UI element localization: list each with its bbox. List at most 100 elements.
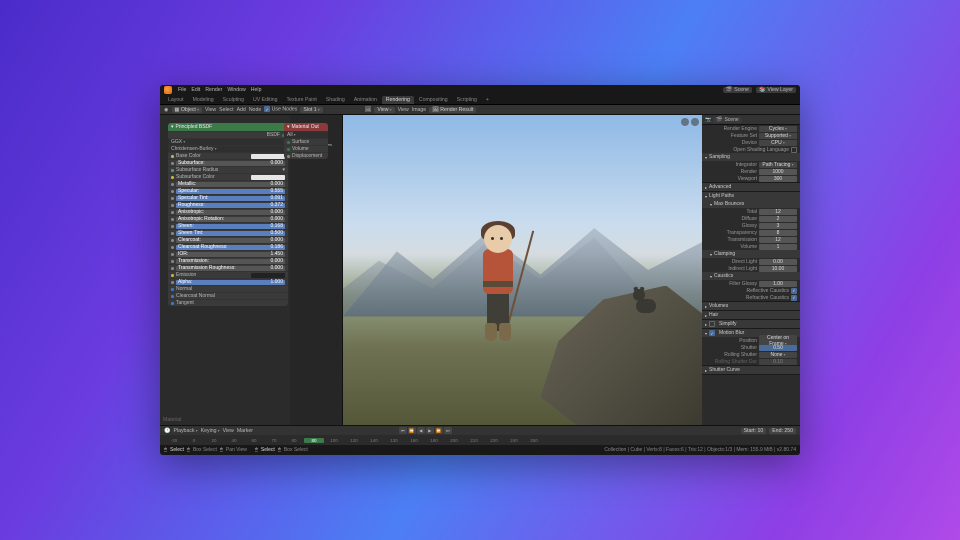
feature-set-select[interactable]: Supported (759, 133, 797, 139)
bounces-glossy[interactable]: 3 (759, 223, 797, 229)
value-slider[interactable]: Specular:0.555 (176, 189, 285, 194)
props-context-icon[interactable]: 📷 (705, 117, 711, 123)
frame-tick[interactable]: 210 (464, 438, 484, 443)
section-simplify[interactable]: Simplify (702, 320, 800, 328)
tl-view[interactable]: View (223, 428, 234, 434)
menu-help[interactable]: Help (251, 87, 262, 93)
frame-tick[interactable]: 20 (204, 438, 224, 443)
node-input-row[interactable]: Subsurface Color (168, 173, 288, 180)
viewport-samples-input[interactable]: 300 (759, 176, 797, 182)
scene-selector[interactable]: 🎬 Scene (723, 87, 752, 93)
node-header[interactable]: ▾ Principled BSDF (168, 123, 288, 131)
viewlayer-selector[interactable]: 📚 View Layer (756, 87, 796, 93)
jump-start-button[interactable]: ⏮ (399, 427, 407, 434)
bounces-transparency[interactable]: 8 (759, 230, 797, 236)
socket-icon[interactable] (171, 246, 174, 249)
use-nodes-toggle[interactable]: ✓ Use Nodes (264, 106, 297, 113)
tl-keying[interactable]: Keying (201, 428, 220, 434)
frame-tick[interactable]: 140 (364, 438, 384, 443)
play-reverse-button[interactable]: ◀ (417, 427, 425, 434)
bounces-diffuse[interactable]: 2 (759, 216, 797, 222)
section-hair[interactable]: Hair (702, 311, 800, 319)
socket-icon[interactable] (171, 302, 174, 305)
frame-tick[interactable]: 80 (284, 438, 304, 443)
subsurface-method-select[interactable]: Christensen-Burley (171, 146, 285, 152)
node-input-row[interactable]: Clearcoat Normal (168, 292, 288, 299)
socket-icon[interactable] (171, 190, 174, 193)
frame-tick[interactable]: 250 (524, 438, 544, 443)
editor-type-icon[interactable]: ◉ (164, 107, 169, 113)
jump-end-button[interactable]: ⏭ (444, 427, 452, 434)
node-input-row[interactable]: Anisotropic:0.000 (168, 208, 288, 215)
node-material-output[interactable]: ▾ Material Out All Surface Volume Displa… (284, 123, 328, 159)
value-slider[interactable]: Subsurface:0.000 (176, 161, 285, 166)
tab-add[interactable]: + (482, 96, 493, 104)
filter-glossy[interactable]: 1.00 (759, 281, 797, 287)
value-slider[interactable]: Roughness:0.372 (176, 203, 285, 208)
socket-icon[interactable] (171, 253, 174, 256)
node-input-row[interactable]: Clearcoat Roughness:0.186 (168, 243, 288, 250)
tab-shading[interactable]: Shading (322, 96, 349, 104)
value-slider[interactable]: Anisotropic Rotation:0.000 (176, 217, 285, 222)
hdr-view[interactable]: View (205, 107, 216, 113)
hdr-select[interactable]: Select (219, 107, 233, 113)
frame-tick[interactable]: 0 (184, 438, 204, 443)
node-input-row[interactable]: Roughness:0.372 (168, 201, 288, 208)
node-principled-bsdf[interactable]: ▾ Principled BSDF BSDF GGX Christensen-B… (168, 123, 288, 306)
img-image[interactable]: Image (412, 107, 426, 113)
node-input-row[interactable]: Alpha:1.000 (168, 278, 288, 285)
slot-select[interactable]: Slot 1 (300, 107, 322, 113)
device-select[interactable]: CPU (759, 140, 797, 146)
subsection-clamping[interactable]: Clamping (702, 250, 800, 258)
frame-tick[interactable]: 100 (324, 438, 344, 443)
node-input-row[interactable]: IOR:1.450 (168, 250, 288, 257)
bounces-transmission[interactable]: 12 (759, 237, 797, 243)
subsection-caustics[interactable]: Caustics (702, 272, 800, 280)
value-slider[interactable]: Transmission:0.000 (176, 259, 285, 264)
clamp-direct[interactable]: 0.00 (759, 259, 797, 265)
render-engine-select[interactable]: Cycles (759, 126, 797, 132)
node-input-row[interactable]: Subsurface:0.000 (168, 159, 288, 166)
node-input-row[interactable]: Transmission Roughness:0.000 (168, 264, 288, 271)
expand-icon[interactable]: ▾ (282, 167, 285, 173)
frame-ruler[interactable]: -200204060708080100120140130160180200210… (164, 438, 796, 443)
frame-tick[interactable]: 160 (404, 438, 424, 443)
scene-pin[interactable]: 🎬 Scene (713, 117, 741, 123)
tab-uv[interactable]: UV Editing (249, 96, 282, 104)
tl-marker[interactable]: Marker (237, 428, 253, 434)
mb-rolling[interactable]: None (759, 352, 797, 358)
frame-end-field[interactable]: End: 250 (769, 428, 796, 434)
value-slider[interactable]: Clearcoat:0.000 (176, 238, 285, 243)
bounces-volume[interactable]: 1 (759, 244, 797, 250)
menu-file[interactable]: File (178, 87, 186, 93)
reflective-caustics-check[interactable]: ✓ (791, 288, 797, 294)
menu-render[interactable]: Render (205, 87, 222, 93)
frame-tick[interactable]: 240 (504, 438, 524, 443)
image-view-mode[interactable]: View (374, 107, 394, 113)
render-viewport[interactable] (342, 115, 702, 425)
node-input-row[interactable]: Subsurface Radius▾ (168, 166, 288, 173)
hdr-add[interactable]: Add (237, 107, 246, 113)
section-volumes[interactable]: Volumes (702, 302, 800, 310)
subsection-maxbounces[interactable]: Max Bounces (702, 200, 800, 208)
tab-modeling[interactable]: Modeling (189, 96, 218, 104)
socket-icon[interactable] (171, 197, 174, 200)
node-input-row[interactable]: Specular Tint:0.091 (168, 194, 288, 201)
socket-icon[interactable] (171, 162, 174, 165)
mb-shutter[interactable]: 0.50 (759, 345, 797, 351)
socket-icon[interactable] (171, 218, 174, 221)
frame-tick[interactable]: 120 (344, 438, 364, 443)
node-input-row[interactable]: Base Color (168, 152, 288, 159)
socket-icon[interactable] (171, 225, 174, 228)
socket-icon[interactable] (171, 239, 174, 242)
node-input-row[interactable]: Emission (168, 271, 288, 278)
value-slider[interactable]: IOR:1.450 (176, 252, 285, 257)
node-header[interactable]: ▾ Material Out (284, 123, 328, 131)
socket-icon[interactable] (171, 288, 174, 291)
socket-icon[interactable] (171, 274, 174, 277)
tab-compositing[interactable]: Compositing (415, 96, 452, 104)
section-advanced[interactable]: Advanced (702, 183, 800, 191)
node-input-row[interactable]: Metallic:0.000 (168, 180, 288, 187)
clamp-indirect[interactable]: 10.00 (759, 266, 797, 272)
distribution-select[interactable]: GGX (171, 139, 285, 145)
